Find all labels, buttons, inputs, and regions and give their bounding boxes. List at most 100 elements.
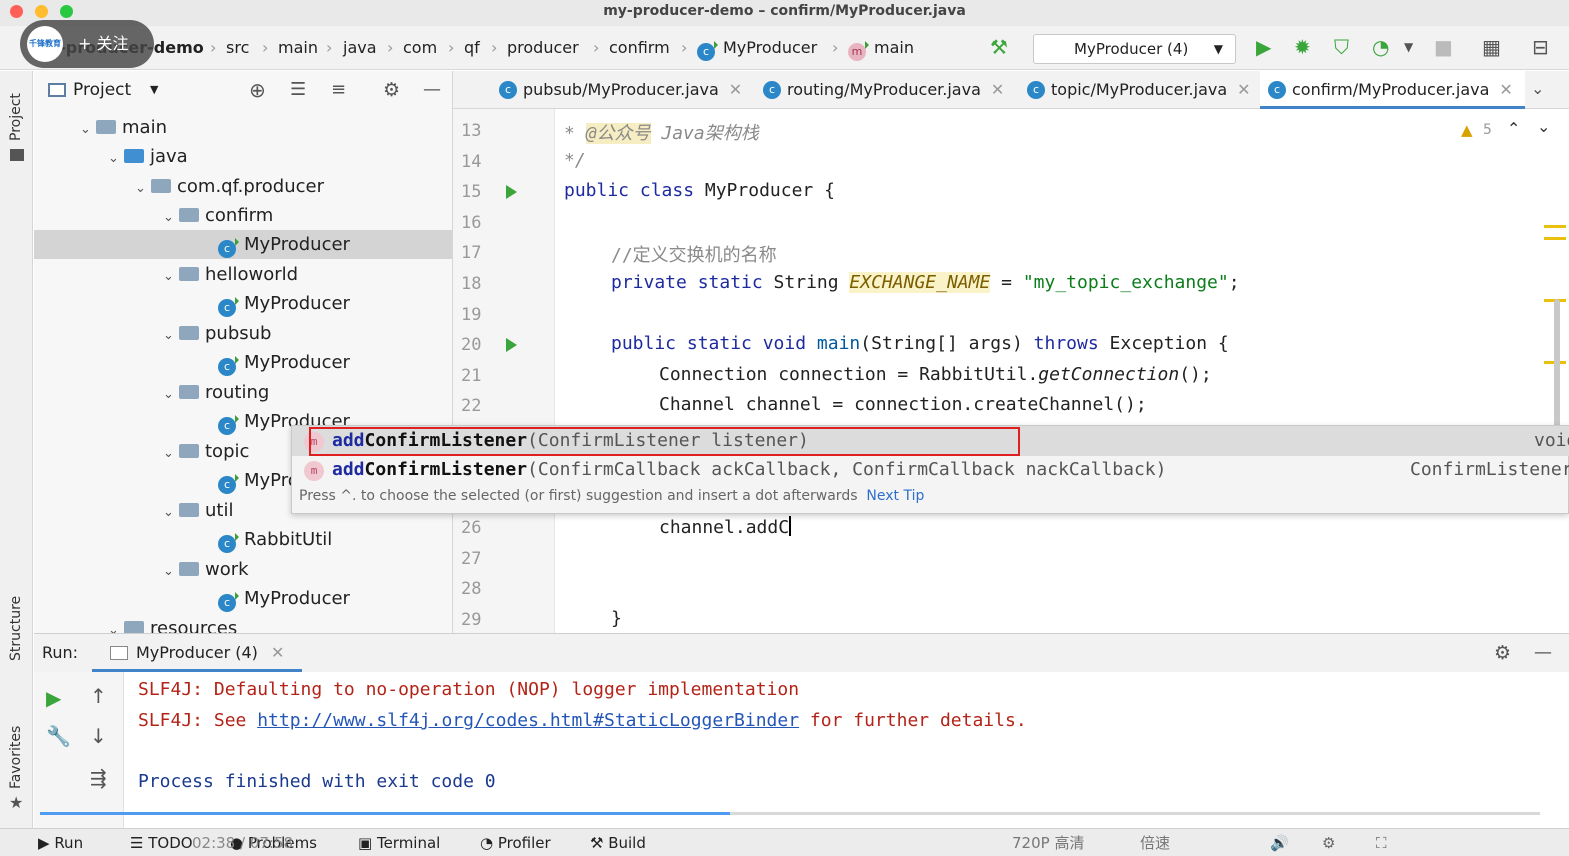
tree-item-package[interactable]: ⌄ pubsub (34, 319, 452, 350)
locate-icon[interactable]: ⊕ (249, 71, 266, 109)
tree-item-folder[interactable]: ⌄ java (34, 142, 452, 173)
code-editor[interactable]: 13 14 15 16 17 18 19 20 21 22 26 27 28 29 * @公众号 Java… (453, 109, 1569, 633)
chevron-down-icon[interactable]: ⌄ (163, 321, 179, 350)
up-arrow-icon[interactable]: ↑ (90, 684, 107, 708)
breadcrumb-method[interactable]: m main (848, 38, 914, 61)
close-window-button[interactable] (10, 5, 23, 18)
down-arrow-icon[interactable]: ↓ (90, 724, 107, 748)
chevron-down-icon[interactable]: ⌄ (108, 144, 124, 173)
tab-topic-myproducer[interactable]: c topic/MyProducer.java ✕ (1019, 71, 1251, 109)
breadcrumb-java[interactable]: java (343, 38, 377, 57)
chevron-down-icon[interactable]: ⌄ (163, 557, 179, 586)
wrench-icon[interactable]: 🔧 (46, 724, 71, 748)
minimize-window-button[interactable] (35, 5, 48, 18)
build-hammer-icon[interactable]: ⚒ (990, 36, 1008, 58)
breadcrumb-src[interactable]: src (226, 38, 249, 57)
console-line-2: SLF4J: See http://www.slf4j.org/codes.ht… (138, 710, 1027, 731)
tree-item-folder[interactable]: ⌄ main (34, 113, 452, 144)
tree-item-class[interactable]: cMyProducer (34, 230, 452, 259)
more-run-options-icon[interactable]: ▼ (1404, 36, 1413, 58)
hide-panel-icon[interactable]: — (423, 71, 441, 109)
next-highlight-icon[interactable]: ⌄ (1537, 117, 1550, 136)
tree-item-package[interactable]: ⌄ com.qf.producer (34, 172, 452, 203)
project-structure-icon[interactable]: ▦ (1482, 36, 1501, 58)
stop-icon[interactable]: ■ (1434, 36, 1453, 58)
tree-item-package[interactable]: ⌄ confirm (34, 201, 452, 232)
debug-icon[interactable]: ✹ (1294, 36, 1311, 58)
chevron-down-icon[interactable]: ⌄ (163, 439, 179, 468)
chevron-down-icon[interactable]: ▼ (150, 71, 158, 109)
chevron-down-icon[interactable]: ⌄ (163, 380, 179, 409)
chevron-down-icon[interactable]: ⌄ (80, 115, 96, 144)
breadcrumb-com[interactable]: com (403, 38, 437, 57)
volume-icon[interactable]: 🔊 (1270, 829, 1289, 856)
video-quality[interactable]: 720P 高清 (1012, 829, 1084, 856)
tree-item-class[interactable]: cMyProducer (34, 584, 452, 613)
run-tool-button[interactable]: ▶ Run (38, 829, 83, 856)
close-icon[interactable]: ✕ (729, 80, 742, 99)
editor-scrollbar[interactable] (1554, 299, 1560, 429)
project-view-title[interactable]: Project (73, 71, 131, 109)
gear-icon[interactable]: ⚙ (1494, 634, 1511, 672)
collapse-all-icon[interactable]: ≡ (331, 71, 346, 109)
chevron-down-icon[interactable]: ⌄ (108, 616, 124, 633)
run-configuration-select[interactable]: MyProducer (4) ▼ (1033, 34, 1236, 64)
tree-item-package[interactable]: ⌄ routing (34, 378, 452, 409)
follow-badge[interactable]: 千锋教育 + 关注 (20, 20, 154, 68)
fullscreen-icon[interactable]: ⛶ (1376, 829, 1387, 856)
run-icon[interactable]: ▶ (1256, 36, 1271, 58)
profile-icon[interactable]: ◔ (1372, 36, 1389, 58)
tab-confirm-myproducer[interactable]: c confirm/MyProducer.java ✕ (1260, 71, 1525, 109)
gear-icon[interactable]: ⚙ (383, 71, 400, 109)
tab-routing-myproducer[interactable]: c routing/MyProducer.java ✕ (755, 71, 1004, 109)
profiler-tool-button[interactable]: ◔ Profiler (480, 829, 551, 856)
folder-icon (96, 120, 116, 134)
tree-item-class[interactable]: cMyProducer (34, 348, 452, 377)
warning-icon[interactable]: ▲ (1461, 121, 1473, 139)
tree-item-class[interactable]: cMyProducer (34, 289, 452, 318)
chevron-down-icon[interactable]: ⌄ (163, 203, 179, 232)
breadcrumb-qf[interactable]: qf (464, 38, 480, 57)
slf4j-link[interactable]: http://www.slf4j.org/codes.html#StaticLo… (257, 710, 799, 731)
breadcrumb-confirm[interactable]: confirm (609, 38, 670, 57)
run-tab[interactable]: MyProducer (4) ✕ (92, 634, 303, 672)
project-tool-tab[interactable]: Project (8, 93, 24, 141)
tree-item-package[interactable]: ⌄ helloworld (34, 260, 452, 291)
class-icon: c (218, 533, 239, 553)
chevron-down-icon[interactable]: ⌄ (1531, 79, 1544, 98)
breadcrumb-main[interactable]: main (278, 38, 318, 57)
expand-all-icon[interactable]: ☰ (290, 71, 306, 109)
close-icon[interactable]: ✕ (271, 643, 284, 662)
previous-highlight-icon[interactable]: ⌃ (1507, 119, 1520, 138)
close-icon[interactable]: ✕ (1499, 80, 1512, 99)
soft-wrap-icon[interactable]: ⇶ (90, 766, 107, 790)
chevron-down-icon[interactable]: ⌄ (163, 498, 179, 527)
close-icon[interactable]: ✕ (991, 80, 1004, 99)
breadcrumb-class[interactable]: c MyProducer (697, 38, 817, 61)
chevron-down-icon[interactable]: ⌄ (135, 174, 151, 203)
todo-tool-button[interactable]: ☰ TODO (130, 829, 193, 856)
run-class-icon[interactable] (506, 185, 517, 199)
terminal-tool-button[interactable]: ▣ Terminal (358, 829, 440, 856)
build-tool-button[interactable]: ⚒ Build (590, 829, 646, 856)
tree-item-package[interactable]: ⌄ work (34, 555, 452, 586)
console-line-1: SLF4J: Defaulting to no-operation (NOP) … (138, 679, 800, 700)
breadcrumb-producer[interactable]: producer (507, 38, 579, 57)
structure-tool-tab[interactable]: Structure (8, 596, 24, 661)
video-speed[interactable]: 倍速 (1140, 829, 1170, 856)
tree-item-class[interactable]: c RabbitUtil (34, 525, 452, 554)
next-tip-link[interactable]: Next Tip (866, 488, 924, 504)
tree-item-folder[interactable]: ⌄ resources (34, 614, 452, 633)
hide-panel-icon[interactable]: — (1534, 634, 1552, 672)
favorites-tool-tab[interactable]: Favorites (8, 726, 24, 789)
close-icon[interactable]: ✕ (1237, 80, 1250, 99)
coverage-icon[interactable]: ⛉ (1334, 36, 1349, 58)
settings-icon[interactable]: ⚙ (1322, 829, 1335, 856)
tab-pubsub-myproducer[interactable]: c pubsub/MyProducer.java ✕ (491, 71, 742, 109)
chevron-down-icon[interactable]: ⌄ (163, 262, 179, 291)
rerun-icon[interactable]: ▶ (46, 686, 61, 710)
maximize-window-button[interactable] (60, 5, 73, 18)
completion-item-2[interactable]: m addConfirmListener(ConfirmCallback ackC… (292, 455, 1569, 485)
vcs-icon[interactable]: ⊟ (1532, 36, 1549, 58)
run-main-icon[interactable] (506, 338, 517, 352)
